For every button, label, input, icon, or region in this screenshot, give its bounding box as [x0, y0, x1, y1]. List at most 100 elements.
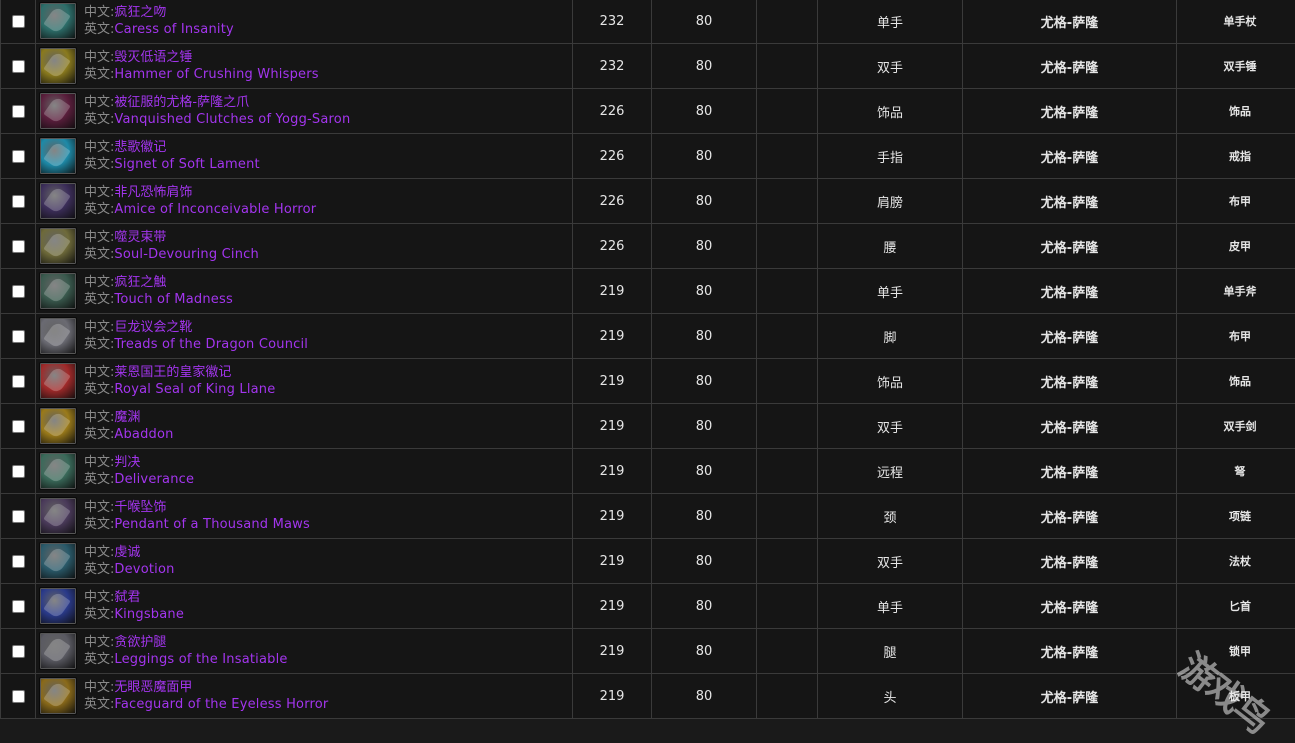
item-name-cn-link[interactable]: 判决: [114, 455, 140, 470]
item-name-cn-link[interactable]: 疯狂之触: [114, 275, 166, 290]
sword-icon[interactable]: [39, 407, 77, 445]
item-level: 226: [573, 89, 652, 134]
table-row[interactable]: 中文:噬灵束带 英文:Soul-Devouring Cinch 226 80 腰…: [1, 224, 1295, 269]
table-row[interactable]: 中文:毁灭低语之锤 英文:Hammer of Crushing Whispers…: [1, 44, 1295, 89]
row-checkbox[interactable]: [12, 510, 25, 523]
item-name-en-link[interactable]: Soul-Devouring Cinch: [114, 247, 259, 262]
en-prefix: 英文:: [84, 337, 114, 352]
item-name-en-link[interactable]: Amice of Inconceivable Horror: [114, 202, 316, 217]
item-name-cn-link[interactable]: 巨龙议会之靴: [114, 320, 192, 335]
item-name-cn-link[interactable]: 千喉坠饰: [114, 500, 166, 515]
row-checkbox[interactable]: [12, 330, 25, 343]
item-name-cn-link[interactable]: 毁灭低语之锤: [114, 50, 192, 65]
item-name-cn-link[interactable]: 贪欲护腿: [114, 635, 166, 650]
row-checkbox[interactable]: [12, 690, 25, 703]
table-row[interactable]: 中文:莱恩国王的皇家徽记 英文:Royal Seal of King Llane…: [1, 359, 1295, 404]
helmet-icon[interactable]: [39, 677, 77, 715]
item-source: 尤格-萨隆: [963, 584, 1177, 629]
table-row[interactable]: 中文:非凡恐怖肩饰 英文:Amice of Inconceivable Horr…: [1, 179, 1295, 224]
axe-icon[interactable]: [39, 272, 77, 310]
table-row[interactable]: 中文:弑君 英文:Kingsbane 219 80 单手 尤格-萨隆 匕首 10: [1, 584, 1295, 629]
claw-icon[interactable]: [39, 92, 77, 130]
table-row[interactable]: 中文:悲歌徽记 英文:Signet of Soft Lament 226 80 …: [1, 134, 1295, 179]
row-checkbox[interactable]: [12, 555, 25, 568]
leggings-icon[interactable]: [39, 632, 77, 670]
item-type: 匕首: [1177, 584, 1295, 629]
en-prefix: 英文:: [84, 562, 114, 577]
item-name-en-link[interactable]: Faceguard of the Eyeless Horror: [114, 697, 328, 712]
item-name-en-link[interactable]: Touch of Madness: [114, 292, 233, 307]
item-name-cn-link[interactable]: 悲歌徽记: [114, 140, 166, 155]
item-name-en-link[interactable]: Vanquished Clutches of Yogg-Saron: [114, 112, 350, 127]
row-checkbox[interactable]: [12, 105, 25, 118]
item-type: 布甲: [1177, 179, 1295, 224]
seal-icon[interactable]: [39, 362, 77, 400]
belt-icon[interactable]: [39, 227, 77, 265]
row-checkbox[interactable]: [12, 420, 25, 433]
shoulder-icon[interactable]: [39, 182, 77, 220]
table-row[interactable]: 中文:被征服的尤格-萨隆之爪 英文:Vanquished Clutches of…: [1, 89, 1295, 134]
item-name-cn-link[interactable]: 虔诚: [114, 545, 140, 560]
boots-icon[interactable]: [39, 317, 77, 355]
item-name-cn-link[interactable]: 无眼恶魔面甲: [114, 680, 192, 695]
cn-prefix: 中文:: [84, 500, 114, 515]
row-checkbox[interactable]: [12, 645, 25, 658]
table-row[interactable]: 中文:魔渊 英文:Abaddon 219 80 双手 尤格-萨隆 双手剑 10: [1, 404, 1295, 449]
item-name-en-link[interactable]: Signet of Soft Lament: [114, 157, 259, 172]
table-row[interactable]: 中文:贪欲护腿 英文:Leggings of the Insatiable 21…: [1, 629, 1295, 674]
row-checkbox[interactable]: [12, 150, 25, 163]
ring-icon[interactable]: [39, 137, 77, 175]
crossbow-icon[interactable]: [39, 452, 77, 490]
item-name-en-link[interactable]: Hammer of Crushing Whispers: [114, 67, 318, 82]
table-row[interactable]: 中文:巨龙议会之靴 英文:Treads of the Dragon Counci…: [1, 314, 1295, 359]
row-checkbox[interactable]: [12, 60, 25, 73]
item-name-en-link[interactable]: Caress of Insanity: [114, 22, 234, 37]
item-name-en-link[interactable]: Royal Seal of King Llane: [114, 382, 275, 397]
en-prefix: 英文:: [84, 202, 114, 217]
table-row[interactable]: 中文:虔诚 英文:Devotion 219 80 双手 尤格-萨隆 法杖 10: [1, 539, 1295, 584]
staff-icon[interactable]: [39, 542, 77, 580]
table-row[interactable]: 中文:判决 英文:Deliverance 219 80 远程 尤格-萨隆 弩 1…: [1, 449, 1295, 494]
item-name-cn-link[interactable]: 魔渊: [114, 410, 140, 425]
item-name-cn-link[interactable]: 弑君: [114, 590, 140, 605]
row-checkbox[interactable]: [12, 375, 25, 388]
item-type: 锁甲: [1177, 629, 1295, 674]
item-table-body: 中文:疯狂之吻 英文:Caress of Insanity 232 80 单手 …: [1, 0, 1295, 719]
necklace-icon[interactable]: [39, 497, 77, 535]
item-name-cell: 中文:莱恩国王的皇家徽记 英文:Royal Seal of King Llane: [36, 359, 573, 404]
item-name-en-link[interactable]: Devotion: [114, 562, 174, 577]
table-row[interactable]: 中文:疯狂之触 英文:Touch of Madness 219 80 单手 尤格…: [1, 269, 1295, 314]
dagger-icon[interactable]: [39, 587, 77, 625]
required-level: 80: [652, 494, 757, 539]
item-slot: 双手: [818, 44, 963, 89]
table-row[interactable]: 中文:千喉坠饰 英文:Pendant of a Thousand Maws 21…: [1, 494, 1295, 539]
table-row[interactable]: 中文:疯狂之吻 英文:Caress of Insanity 232 80 单手 …: [1, 0, 1295, 44]
item-name-en-link[interactable]: Deliverance: [114, 472, 194, 487]
cn-prefix: 中文:: [84, 545, 114, 560]
item-name-en-link[interactable]: Treads of the Dragon Council: [114, 337, 308, 352]
item-name-en-link[interactable]: Abaddon: [114, 427, 173, 442]
item-name-cn-link[interactable]: 被征服的尤格-萨隆之爪: [114, 95, 249, 110]
item-level: 219: [573, 269, 652, 314]
item-source: 尤格-萨隆: [963, 449, 1177, 494]
item-name-en-link[interactable]: Leggings of the Insatiable: [114, 652, 287, 667]
item-name-en-link[interactable]: Pendant of a Thousand Maws: [114, 517, 310, 532]
item-source: 尤格-萨隆: [963, 404, 1177, 449]
item-level: 219: [573, 359, 652, 404]
row-checkbox[interactable]: [12, 600, 25, 613]
item-name-cn-link[interactable]: 莱恩国王的皇家徽记: [114, 365, 231, 380]
item-name-cn-link[interactable]: 疯狂之吻: [114, 5, 166, 20]
table-row[interactable]: 中文:无眼恶魔面甲 英文:Faceguard of the Eyeless Ho…: [1, 674, 1295, 719]
item-name-cn-link[interactable]: 非凡恐怖肩饰: [114, 185, 192, 200]
item-name-en-link[interactable]: Kingsbane: [114, 607, 184, 622]
staff-icon[interactable]: [39, 2, 77, 40]
row-checkbox[interactable]: [12, 240, 25, 253]
row-checkbox[interactable]: [12, 285, 25, 298]
row-checkbox[interactable]: [12, 195, 25, 208]
item-name-cn-link[interactable]: 噬灵束带: [114, 230, 166, 245]
row-checkbox[interactable]: [12, 15, 25, 28]
row-checkbox[interactable]: [12, 465, 25, 478]
hammer-icon[interactable]: [39, 47, 77, 85]
item-slot: 腿: [818, 629, 963, 674]
item-source: 尤格-萨隆: [963, 674, 1177, 719]
